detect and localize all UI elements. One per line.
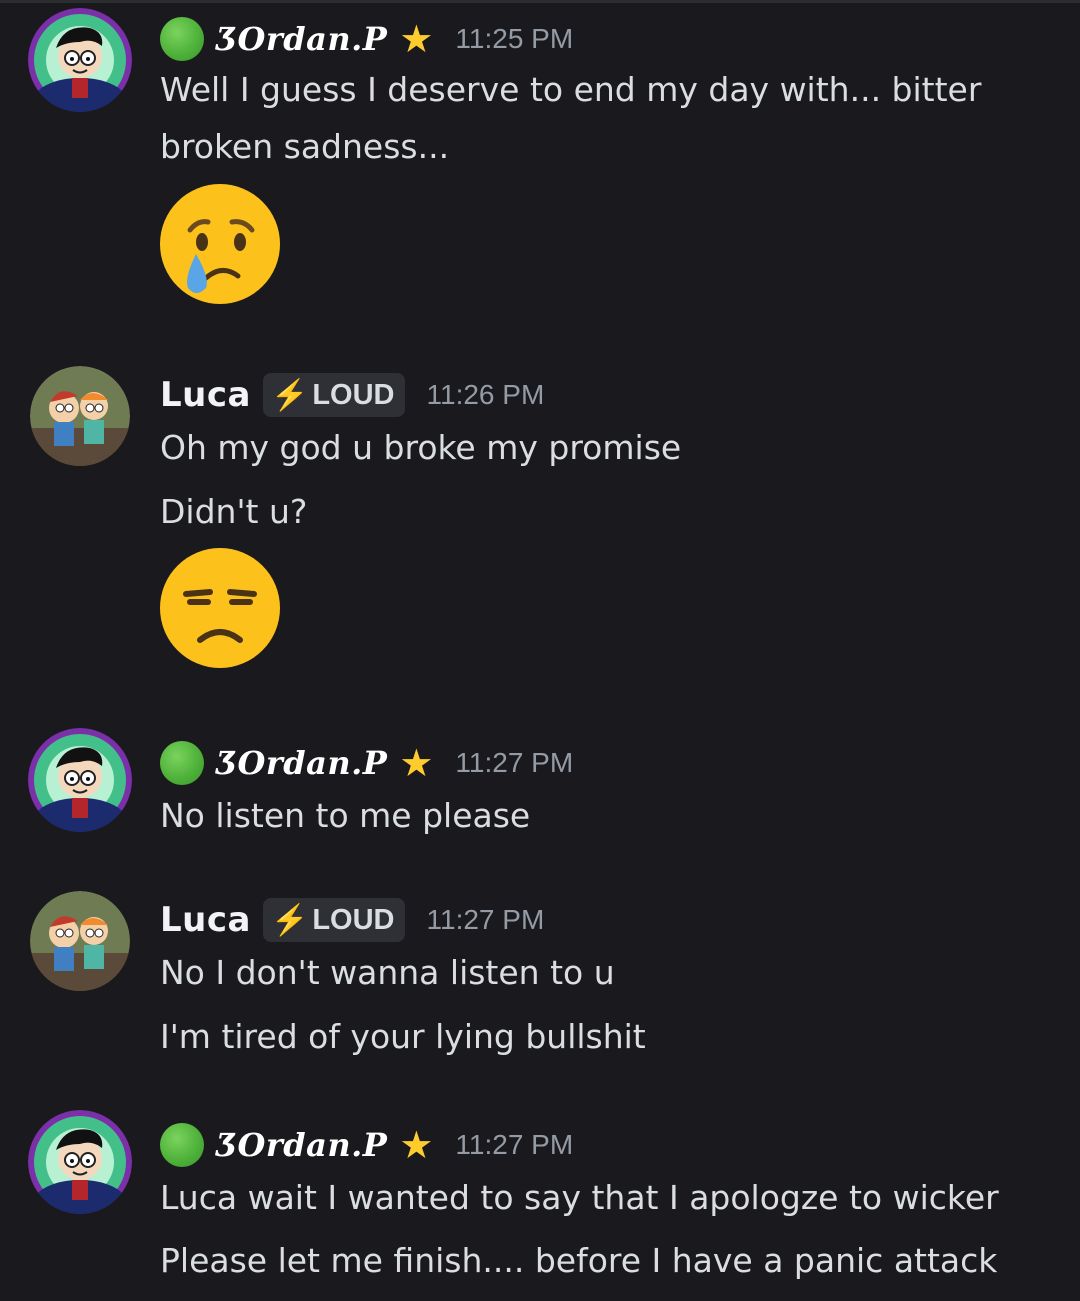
message-header: ƷOrdan.P ★ 11:25 PM bbox=[160, 14, 573, 64]
online-status-icon bbox=[160, 741, 204, 785]
crying-face-icon[interactable] bbox=[160, 184, 280, 304]
username[interactable]: Luca bbox=[160, 375, 251, 415]
server-tag[interactable]: ⚡ LOUD bbox=[262, 898, 405, 942]
username[interactable]: ƷOrdan.P bbox=[216, 1126, 387, 1164]
top-divider bbox=[0, 0, 1080, 3]
message-header: ƷOrdan.P ★ 11:27 PM bbox=[160, 738, 573, 788]
message-text: broken sadness... bbox=[160, 127, 450, 166]
message-text: No I don't wanna listen to u bbox=[160, 953, 615, 992]
timestamp[interactable]: 11:26 PM bbox=[427, 379, 545, 411]
server-tag[interactable]: ⚡ LOUD bbox=[262, 373, 405, 417]
message-text: Well I guess I deserve to end my day wit… bbox=[160, 70, 982, 109]
message-header: Luca ⚡ LOUD 11:26 PM bbox=[160, 370, 544, 420]
avatar-jordan[interactable] bbox=[28, 8, 132, 112]
message-text: I'm tired of your lying bullshit bbox=[160, 1017, 646, 1056]
lightning-icon: ⚡ bbox=[270, 903, 309, 937]
message-text: No listen to me please bbox=[160, 796, 531, 835]
username[interactable]: ƷOrdan.P bbox=[216, 744, 387, 782]
avatar-jordan[interactable] bbox=[28, 1110, 132, 1214]
avatar-jordan[interactable] bbox=[28, 728, 132, 832]
message-text: Luca wait I wanted to say that I apologz… bbox=[160, 1178, 999, 1217]
star-icon: ★ bbox=[399, 17, 434, 61]
unamused-face-icon[interactable] bbox=[160, 548, 280, 668]
tag-label: LOUD bbox=[312, 378, 395, 411]
timestamp[interactable]: 11:25 PM bbox=[455, 23, 573, 55]
star-icon: ★ bbox=[399, 741, 434, 785]
message-text: Oh my god u broke my promise bbox=[160, 428, 682, 467]
message-header: Luca ⚡ LOUD 11:27 PM bbox=[160, 895, 544, 945]
tag-label: LOUD bbox=[312, 903, 395, 936]
username[interactable]: Luca bbox=[160, 900, 251, 940]
avatar-luca[interactable] bbox=[30, 891, 130, 991]
message-text: Didn't u? bbox=[160, 492, 308, 531]
star-icon: ★ bbox=[399, 1123, 434, 1167]
message-text: Please let me finish.... before I have a… bbox=[160, 1241, 998, 1280]
timestamp[interactable]: 11:27 PM bbox=[427, 904, 545, 936]
lightning-icon: ⚡ bbox=[270, 378, 309, 412]
message-header: ƷOrdan.P ★ 11:27 PM bbox=[160, 1120, 573, 1170]
username[interactable]: ƷOrdan.P bbox=[216, 20, 387, 58]
avatar-luca[interactable] bbox=[30, 366, 130, 466]
timestamp[interactable]: 11:27 PM bbox=[455, 747, 573, 779]
online-status-icon bbox=[160, 17, 204, 61]
timestamp[interactable]: 11:27 PM bbox=[455, 1129, 573, 1161]
online-status-icon bbox=[160, 1123, 204, 1167]
